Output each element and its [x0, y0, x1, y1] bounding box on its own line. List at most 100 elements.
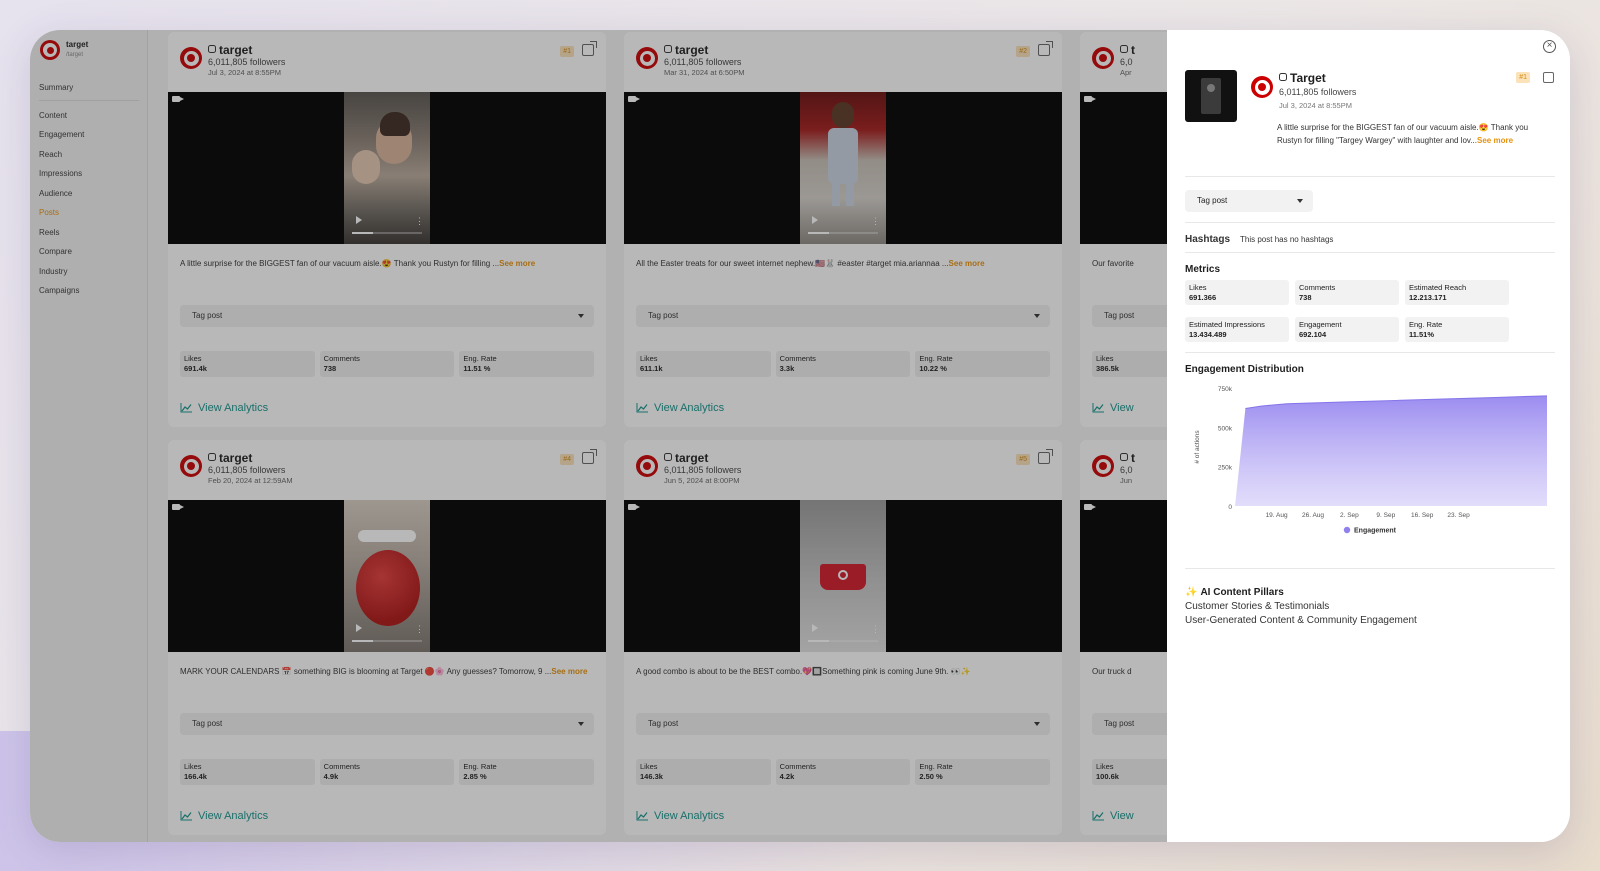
- view-analytics-link[interactable]: View Analytics: [636, 402, 724, 414]
- post-caption: MARK YOUR CALENDARS 📅 something BIG is b…: [180, 667, 588, 676]
- post-thumbnail[interactable]: [1185, 70, 1237, 122]
- sidebar-item-industry[interactable]: Industry: [39, 262, 139, 282]
- video-thumbnail[interactable]: ⋮: [344, 500, 430, 652]
- view-analytics-link[interactable]: View Analytics: [180, 402, 268, 414]
- tag-post-dropdown[interactable]: Tag post: [636, 713, 1050, 735]
- tag-post-dropdown[interactable]: Tag post: [636, 305, 1050, 327]
- sidebar-nav: Summary Content Engagement Reach Impress…: [39, 78, 139, 301]
- metrics-title: Metrics: [1185, 264, 1221, 275]
- sidebar-item-campaigns[interactable]: Campaigns: [39, 281, 139, 301]
- brand-handle: /target: [66, 52, 84, 58]
- metric-eng-rate: Eng. Rate 11.51%: [1405, 317, 1509, 342]
- post-stats: Likes 146.3k Comments 4.2k Eng. Rate 2.50 %: [636, 759, 1051, 785]
- video-progress[interactable]: [808, 640, 878, 642]
- tag-post-dropdown[interactable]: Tag post: [1185, 190, 1313, 212]
- video-thumbnail[interactable]: ⋮: [344, 92, 430, 244]
- video-player[interactable]: ⋮: [168, 92, 606, 244]
- post-date: Jun 5, 2024 at 8:00PM: [664, 476, 740, 485]
- video-progress[interactable]: [352, 640, 422, 642]
- x-tick-label: 19. Aug: [1266, 512, 1288, 519]
- video-progress[interactable]: [352, 232, 422, 234]
- external-link-icon[interactable]: [1038, 449, 1053, 464]
- sidebar-item-reach[interactable]: Reach: [39, 145, 139, 165]
- tag-post-dropdown[interactable]: Tag post: [180, 713, 594, 735]
- instagram-icon: [1120, 453, 1128, 461]
- sidebar-item-engagement[interactable]: Engagement: [39, 125, 139, 145]
- video-player[interactable]: ⋮: [624, 92, 1062, 244]
- sidebar-item-reels[interactable]: Reels: [39, 223, 139, 243]
- post-stats: Likes 166.4k Comments 4.9k Eng. Rate 2.85 %: [180, 759, 595, 785]
- post-card: target 6,011,805 followers Jul 3, 2024 a…: [168, 32, 606, 427]
- likes-stat: Likes 691.4k: [180, 351, 315, 377]
- view-analytics-link[interactable]: View: [1092, 402, 1134, 414]
- external-link-icon[interactable]: [582, 449, 597, 464]
- x-tick-label: 26. Aug: [1302, 512, 1324, 519]
- sidebar-item-content[interactable]: Content: [39, 106, 139, 126]
- see-more-link[interactable]: See more: [1477, 136, 1513, 145]
- video-progress[interactable]: [808, 232, 878, 234]
- x-tick-label: 16. Sep: [1411, 512, 1434, 519]
- video-camera-icon: [172, 504, 184, 510]
- metric-comments: Comments 738: [1295, 280, 1399, 305]
- external-link-icon[interactable]: [1543, 72, 1554, 83]
- instagram-icon: [1279, 73, 1287, 81]
- play-icon[interactable]: [356, 624, 362, 632]
- close-icon[interactable]: ×: [1543, 40, 1556, 53]
- post-caption: A little surprise for the BIGGEST fan of…: [1277, 123, 1529, 145]
- video-thumbnail[interactable]: ⋮: [800, 500, 886, 652]
- video-camera-icon: [1084, 504, 1096, 510]
- more-options-icon[interactable]: ⋮: [871, 217, 880, 226]
- metric-likes: Likes 691.366: [1185, 280, 1289, 305]
- chart-line-icon: [180, 811, 192, 821]
- target-logo: [40, 40, 60, 60]
- followers-count: 6,011,805 followers: [664, 57, 742, 67]
- play-icon[interactable]: [356, 216, 362, 224]
- nav-divider: [39, 99, 139, 101]
- see-more-link[interactable]: See more: [949, 259, 985, 268]
- sidebar-item-summary[interactable]: Summary: [39, 78, 139, 98]
- y-tick-label: 500k: [1218, 425, 1233, 432]
- play-icon[interactable]: [812, 624, 818, 632]
- target-logo: [180, 47, 202, 69]
- sidebar-item-compare[interactable]: Compare: [39, 242, 139, 262]
- play-icon[interactable]: [812, 216, 818, 224]
- eng-rate-stat: Eng. Rate 2.85 %: [459, 759, 595, 785]
- chart-line-icon: [180, 403, 192, 413]
- external-link-icon[interactable]: [582, 41, 597, 56]
- y-tick-label: 0: [1228, 504, 1232, 511]
- account-name: target: [219, 43, 253, 57]
- view-analytics-link[interactable]: View: [1092, 810, 1134, 822]
- video-player[interactable]: ⋮: [624, 500, 1062, 652]
- external-link-icon[interactable]: [1038, 41, 1053, 56]
- post-date: Apr: [1120, 68, 1132, 77]
- video-thumbnail[interactable]: ⋮: [800, 92, 886, 244]
- sidebar-item-posts[interactable]: Posts: [39, 203, 139, 223]
- video-player[interactable]: ⋮: [168, 500, 606, 652]
- comments-stat: Comments 4.9k: [319, 759, 455, 785]
- see-more-link[interactable]: See more: [551, 667, 587, 676]
- engagement-chart[interactable]: 0 250k 500k 750k # of actions 19. Aug 26. Aug 2…: [1185, 382, 1565, 552]
- video-camera-icon: [172, 96, 184, 102]
- instagram-icon: [1120, 45, 1128, 53]
- view-analytics-link[interactable]: View Analytics: [180, 810, 268, 822]
- ai-pillar: Customer Stories & Testimonials: [1185, 601, 1330, 612]
- eng-rate-stat: Eng. Rate 10.22 %: [915, 351, 1051, 377]
- post-caption: A good combo is about to be the BEST com…: [636, 667, 971, 676]
- video-camera-icon: [628, 96, 640, 102]
- chart-line-icon: [1092, 403, 1104, 413]
- tag-post-dropdown[interactable]: Tag post: [180, 305, 594, 327]
- metric-estimated-reach: Estimated Reach 12.213.171: [1405, 280, 1509, 305]
- rank-badge: #4: [560, 454, 574, 465]
- more-options-icon[interactable]: ⋮: [415, 217, 424, 226]
- view-analytics-link[interactable]: View Analytics: [636, 810, 724, 822]
- comments-stat: Comments 738: [319, 351, 455, 377]
- see-more-link[interactable]: See more: [499, 259, 535, 268]
- more-options-icon[interactable]: ⋮: [871, 625, 880, 634]
- sidebar-item-impressions[interactable]: Impressions: [39, 164, 139, 184]
- engagement-distribution-title: Engagement Distribution: [1185, 364, 1304, 375]
- more-options-icon[interactable]: ⋮: [415, 625, 424, 634]
- sidebar-item-audience[interactable]: Audience: [39, 184, 139, 204]
- post-card: target 6,011,805 followers Jun 5, 2024 a…: [624, 440, 1062, 835]
- metrics-grid: Likes 691.366 Comments 738 Estimated Reach…: [1185, 280, 1509, 342]
- brand[interactable]: target /target: [40, 40, 88, 60]
